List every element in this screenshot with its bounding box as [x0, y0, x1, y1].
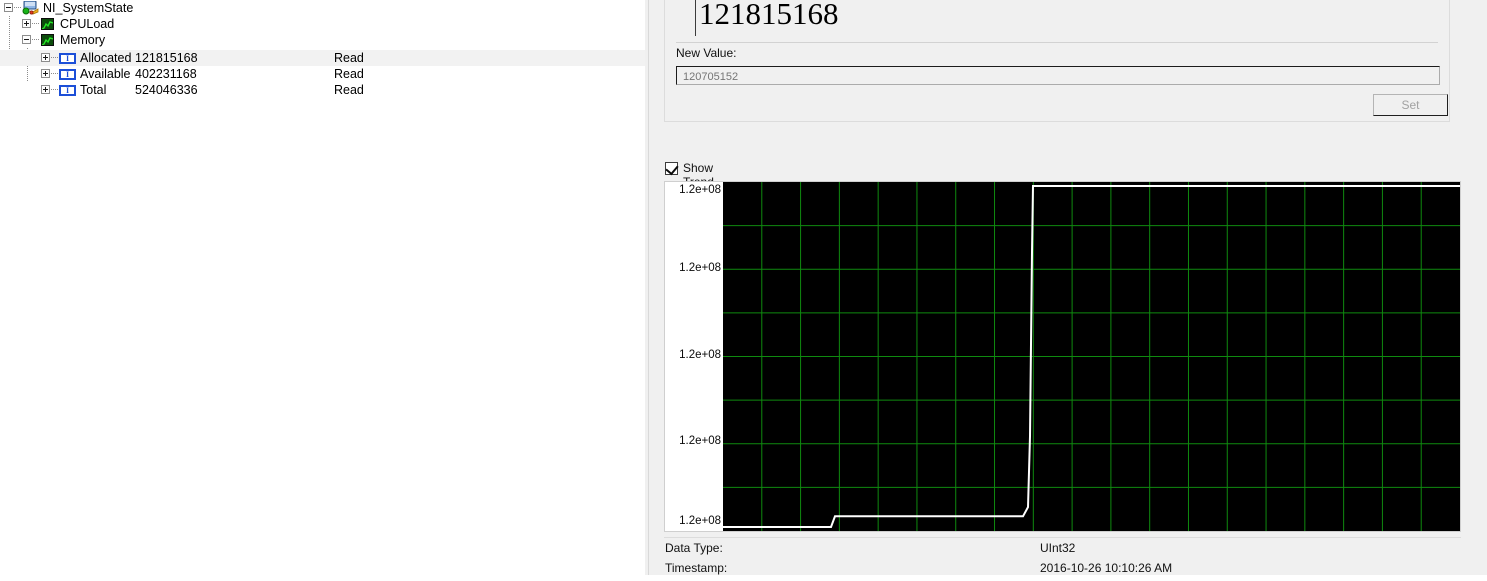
data-type-value: UInt32 — [1040, 541, 1076, 555]
text-caret — [695, 0, 696, 36]
timestamp-label: Timestamp: — [665, 561, 728, 575]
y-tick-label: 1.2e+08 — [679, 262, 721, 274]
integer-icon: I — [59, 85, 76, 96]
value-editor-group: 121815168 New Value: Set — [664, 0, 1450, 122]
tree-row-total[interactable]: I Total 524046336 Read — [0, 82, 645, 98]
tree-connector — [51, 89, 58, 90]
data-type-label: Data Type: — [665, 541, 723, 555]
tree-row-memory[interactable]: Memory — [0, 32, 645, 48]
divider — [664, 537, 1461, 538]
tree-item-label-allocated: Allocated — [80, 51, 132, 65]
timestamp-value: 2016-10-26 10:10:26 AM — [1040, 561, 1173, 575]
waveform-icon — [41, 18, 54, 30]
tree-item-access-total: Read — [334, 83, 364, 97]
tree-connector — [14, 7, 21, 8]
tree-item-value-total: 524046336 — [135, 83, 198, 97]
integer-icon-glyph: I — [65, 54, 70, 63]
chart-canvas — [723, 182, 1460, 531]
chart-y-axis: 1.2e+08 1.2e+08 1.2e+08 1.2e+08 1.2e+08 — [665, 182, 723, 531]
show-trend-checkbox[interactable] — [665, 161, 679, 176]
tree-row-cpuload[interactable]: CPULoad — [0, 16, 645, 32]
tree-item-label-total: Total — [80, 83, 107, 97]
total-expand-toggle[interactable] — [41, 85, 50, 94]
tree-connector — [32, 23, 39, 24]
memory-collapse-toggle[interactable] — [22, 35, 31, 44]
variable-detail-pane: 121815168 New Value: Set Show Trend 1.2e… — [659, 0, 1487, 575]
pane-splitter[interactable] — [645, 0, 659, 575]
integer-icon: I — [59, 69, 76, 80]
current-value-text: 121815168 — [699, 0, 839, 31]
tree-item-label-cpuload: CPULoad — [60, 17, 115, 31]
y-tick-label: 1.2e+08 — [679, 349, 721, 361]
integer-icon-glyph: I — [65, 86, 70, 95]
checkmark-icon — [665, 161, 679, 176]
new-value-label: New Value: — [676, 46, 737, 60]
integer-icon-glyph: I — [65, 70, 70, 79]
available-expand-toggle[interactable] — [41, 69, 50, 78]
server-icon — [22, 0, 39, 15]
tree-row-allocated[interactable]: I Allocated 121815168 Read — [0, 50, 645, 66]
timestamp-row: Timestamp: 2016-10-26 10:10:26 AM — [665, 561, 1465, 581]
data-type-row: Data Type: UInt32 — [665, 541, 1465, 561]
y-tick-label: 1.2e+08 — [679, 435, 721, 447]
allocated-expand-toggle[interactable] — [41, 53, 50, 62]
tree-row-available[interactable]: I Available 402231168 Read — [0, 66, 645, 82]
tree-item-value-allocated: 121815168 — [135, 51, 198, 65]
tree-connector — [51, 57, 58, 58]
current-value-display[interactable]: 121815168 — [676, 0, 1438, 43]
y-tick-label: 1.2e+08 — [679, 184, 721, 196]
variable-tree-pane[interactable]: NI_SystemState CPULoad Memory I Allocate… — [0, 0, 645, 575]
tree-connector — [51, 73, 58, 74]
tree-item-access-allocated: Read — [334, 51, 364, 65]
tree-connector — [32, 39, 39, 40]
tree-root-label: NI_SystemState — [43, 1, 134, 15]
tree-row-root[interactable]: NI_SystemState — [0, 0, 645, 16]
tree-item-value-available: 402231168 — [135, 67, 197, 81]
set-button[interactable]: Set — [1373, 94, 1448, 116]
y-tick-label: 1.2e+08 — [679, 515, 721, 527]
chart-plot-area — [723, 182, 1460, 531]
trend-chart[interactable]: 1.2e+08 1.2e+08 1.2e+08 1.2e+08 1.2e+08 — [664, 181, 1461, 532]
tree-item-label-memory: Memory — [60, 33, 106, 47]
tree-item-access-available: Read — [334, 67, 364, 81]
cpuload-expand-toggle[interactable] — [22, 19, 31, 28]
new-value-input[interactable] — [676, 66, 1440, 85]
tree-item-label-available: Available — [80, 67, 131, 81]
root-collapse-toggle[interactable] — [4, 3, 13, 12]
splitter-grip — [648, 0, 649, 575]
system-state-monitor-window: NI_SystemState CPULoad Memory I Allocate… — [0, 0, 1487, 575]
waveform-icon — [41, 34, 54, 46]
integer-icon: I — [59, 53, 76, 64]
